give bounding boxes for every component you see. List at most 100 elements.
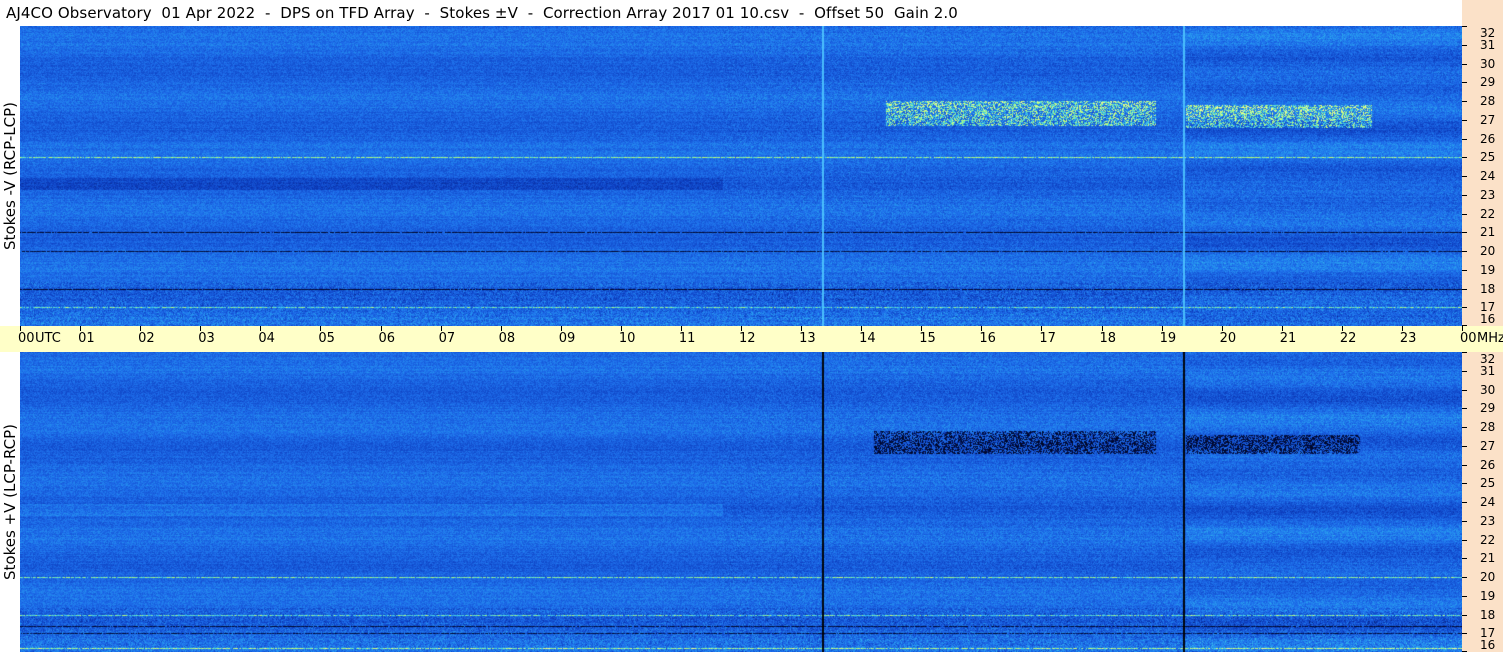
mhz-unit-label: MHz xyxy=(1477,331,1503,346)
utc-tick-label: 15 xyxy=(919,331,936,346)
title-bar: AJ4CO Observatory 01 Apr 2022 - DPS on T… xyxy=(0,0,1462,26)
mhz-tick-label: 21 xyxy=(1480,551,1496,566)
spectrogram-stokes-minus-v xyxy=(20,26,1462,326)
mhz-tick xyxy=(1462,44,1467,46)
utc-tick-label: 04 xyxy=(258,331,275,346)
mhz-tick-label: 22 xyxy=(1480,532,1496,547)
utc-tick-label: 05 xyxy=(318,331,335,346)
mhz-tick-label: 18 xyxy=(1480,607,1496,622)
mhz-tick-label: 28 xyxy=(1480,420,1496,434)
utc-tick-label: 00 xyxy=(18,331,35,346)
utc-tick-label: 01 xyxy=(78,331,95,346)
mhz-tick xyxy=(1462,502,1467,503)
mhz-tick-label: 30 xyxy=(1480,382,1496,397)
mhz-tick-label: 16 xyxy=(1480,312,1496,326)
utc-tick-label: 23 xyxy=(1399,331,1417,346)
mhz-tick xyxy=(1462,445,1467,447)
mhz-tick xyxy=(1462,408,1467,410)
mhz-tick xyxy=(1462,558,1467,560)
utc-tick-label: 10 xyxy=(618,331,636,346)
frequency-axis-bottom: 32 31 30 29 28 27 26 25 24 23 22 21 20 19 18 17 16 xyxy=(1462,352,1503,652)
bottom-margin xyxy=(0,652,1503,672)
frequency-axis-header xyxy=(1462,0,1503,26)
mhz-tick xyxy=(1462,157,1467,159)
utc-tick-label: 14 xyxy=(859,331,876,346)
mhz-tick xyxy=(1462,483,1467,485)
mhz-tick-label: 24 xyxy=(1480,169,1496,183)
frequency-axis-top: 32 31 30 29 28 27 26 25 24 23 22 21 20 19 18 17 16 xyxy=(1462,26,1503,326)
mhz-tick xyxy=(1462,427,1467,428)
mhz-tick xyxy=(1462,101,1467,102)
mhz-tick-label: 20 xyxy=(1480,570,1496,584)
mhz-tick-label: 22 xyxy=(1480,206,1496,221)
utc-tick-label: 09 xyxy=(558,331,576,346)
utc-unit-label: UTC xyxy=(35,331,61,346)
mhz-tick-label: 23 xyxy=(1480,513,1496,528)
panel-top-label-text: Stokes -V (RCP-LCP) xyxy=(1,102,19,250)
mhz-tick-label: 27 xyxy=(1480,112,1496,127)
mhz-tick xyxy=(1462,82,1467,84)
mhz-tick xyxy=(1462,520,1467,522)
mhz-tick-label: 20 xyxy=(1480,244,1496,258)
utc-tick-label: 11 xyxy=(678,331,696,346)
utc-tick-label: 21 xyxy=(1279,331,1297,346)
mhz-tick xyxy=(1462,119,1467,121)
utc-tick-label: 19 xyxy=(1159,331,1177,346)
utc-tick-label: 07 xyxy=(438,331,456,346)
utc-tick-label: 06 xyxy=(378,331,396,346)
utc-tick-label: 03 xyxy=(198,331,215,346)
utc-tick-label: 02 xyxy=(138,331,155,346)
mhz-tick xyxy=(1462,352,1467,353)
mhz-tick-label: 28 xyxy=(1480,94,1496,108)
utc-tick-label: 00 xyxy=(1460,331,1477,346)
mhz-tick-label: 30 xyxy=(1480,56,1496,71)
mhz-tick-label: 26 xyxy=(1480,457,1496,472)
utc-tick-label: 22 xyxy=(1339,331,1357,346)
mhz-tick-label: 19 xyxy=(1480,262,1496,277)
utc-tick-label: 08 xyxy=(498,331,516,346)
mhz-tick xyxy=(1462,539,1467,541)
spectrogram-stokes-plus-v xyxy=(20,352,1462,652)
mhz-tick xyxy=(1462,307,1467,309)
mhz-tick-label: 18 xyxy=(1480,281,1496,296)
mhz-tick xyxy=(1462,577,1467,578)
mhz-tick xyxy=(1462,389,1467,391)
mhz-tick xyxy=(1462,288,1467,290)
utc-tick-label: 18 xyxy=(1099,331,1117,346)
panel-top-label: Stokes -V (RCP-LCP) xyxy=(0,26,20,326)
mhz-tick-label: 21 xyxy=(1480,225,1496,240)
chart-title: AJ4CO Observatory 01 Apr 2022 - DPS on T… xyxy=(6,4,958,22)
mhz-tick xyxy=(1462,194,1467,196)
mhz-tick xyxy=(1462,269,1467,271)
mhz-tick-label: 25 xyxy=(1480,476,1496,491)
mhz-tick-label: 23 xyxy=(1480,187,1496,202)
utc-tick-label: 20 xyxy=(1219,331,1237,346)
mhz-tick-label: 26 xyxy=(1480,131,1496,146)
mhz-tick-label: 29 xyxy=(1480,401,1496,416)
utc-tick-label: 16 xyxy=(979,331,996,346)
mhz-tick xyxy=(1462,63,1467,65)
utc-tick-label: 17 xyxy=(1039,331,1056,346)
mhz-tick xyxy=(1462,370,1467,372)
panel-bottom-label: Stokes +V (LCP-RCP) xyxy=(0,352,20,652)
mhz-tick xyxy=(1462,176,1467,177)
panel-bottom-label-text: Stokes +V (LCP-RCP) xyxy=(1,424,19,580)
mhz-tick xyxy=(1462,251,1467,252)
mhz-tick-label: 29 xyxy=(1480,75,1496,90)
mhz-tick xyxy=(1462,633,1467,635)
mhz-tick xyxy=(1462,464,1467,466)
mhz-tick xyxy=(1462,138,1467,140)
mhz-tick xyxy=(1462,232,1467,234)
mhz-tick-label: 31 xyxy=(1480,363,1496,378)
utc-time-axis: 00 01 02 03 04 05 06 07 08 09 10 11 12 13 14 15 16 17 18 19… xyxy=(0,326,1503,352)
mhz-tick-label: 19 xyxy=(1480,588,1496,603)
mhz-tick xyxy=(1462,213,1467,215)
utc-tick-label: 12 xyxy=(739,331,756,346)
mhz-tick-label: 24 xyxy=(1480,495,1496,509)
mhz-tick xyxy=(1462,26,1467,27)
mhz-tick-label: 16 xyxy=(1480,638,1496,652)
mhz-tick-label: 27 xyxy=(1480,438,1496,453)
mhz-tick-label: 25 xyxy=(1480,150,1496,165)
mhz-tick xyxy=(1462,614,1467,616)
utc-tick-label: 13 xyxy=(799,331,816,346)
